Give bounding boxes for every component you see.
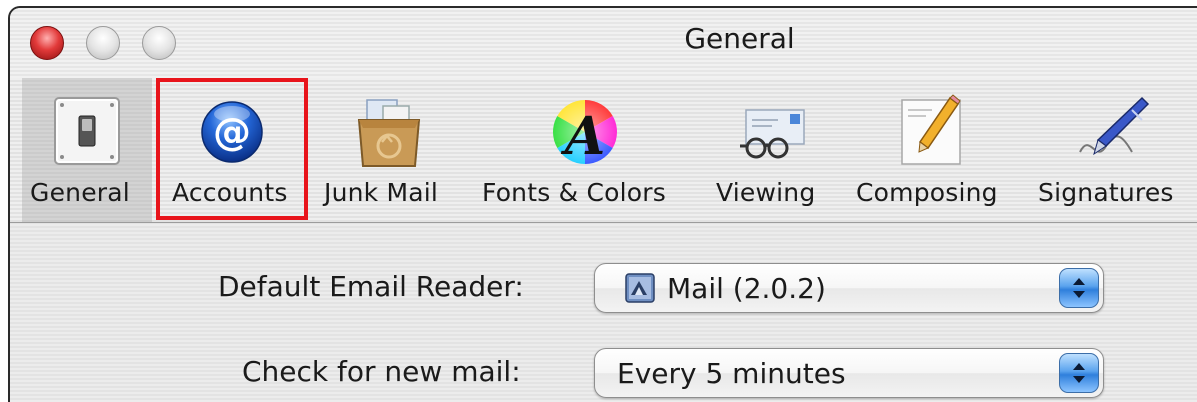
fonts-colors-icon: A <box>553 100 617 167</box>
toolbar-label-signatures: Signatures <box>1038 178 1174 207</box>
toolbar-item-general[interactable]: General <box>22 78 152 222</box>
toolbar-item-composing[interactable]: Composing <box>844 78 1020 222</box>
mail-app-icon <box>625 273 655 303</box>
preferences-toolbar: General @ Accounts Junk Mail A Fonts & C… <box>10 78 1197 223</box>
check-for-new-mail-label: Check for new mail: <box>242 355 521 388</box>
default-email-reader-value: Mail (2.0.2) <box>667 272 826 305</box>
default-email-reader-popup[interactable]: Mail (2.0.2) <box>594 263 1104 313</box>
svg-text:A: A <box>560 106 605 167</box>
accounts-highlight-box <box>156 78 308 220</box>
toolbar-label-viewing: Viewing <box>716 178 816 207</box>
junk-mail-box-icon <box>357 99 421 167</box>
toolbar-label-junk-mail: Junk Mail <box>324 178 439 207</box>
toolbar-item-signatures[interactable]: Signatures <box>1032 78 1192 222</box>
preferences-window: General General @ Accounts Junk Mail A F… <box>8 6 1197 402</box>
check-for-new-mail-value: Every 5 minutes <box>617 357 846 390</box>
toolbar-label-composing: Composing <box>856 178 998 207</box>
up-down-arrows-icon <box>1073 278 1085 298</box>
title-bar[interactable]: General <box>10 8 1197 78</box>
viewing-glasses-icon <box>740 109 805 159</box>
toolbar-label-fonts-colors: Fonts & Colors <box>482 178 666 207</box>
default-email-reader-label: Default Email Reader: <box>218 270 524 303</box>
toolbar-item-fonts-colors[interactable]: A Fonts & Colors <box>472 78 698 222</box>
toolbar-item-viewing[interactable]: Viewing <box>708 78 836 222</box>
light-switch-icon <box>54 97 120 165</box>
window-title: General <box>684 22 795 55</box>
check-for-new-mail-popup[interactable]: Every 5 minutes <box>594 348 1104 398</box>
composing-pencil-icon <box>901 94 961 165</box>
popup-stepper-arrows[interactable] <box>1059 353 1099 393</box>
popup-stepper-arrows[interactable] <box>1059 268 1099 308</box>
toolbar-item-junk-mail[interactable]: Junk Mail <box>314 78 464 222</box>
up-down-arrows-icon <box>1073 363 1085 383</box>
toolbar-label-general: General <box>30 178 130 207</box>
signature-pen-icon <box>1079 96 1150 156</box>
